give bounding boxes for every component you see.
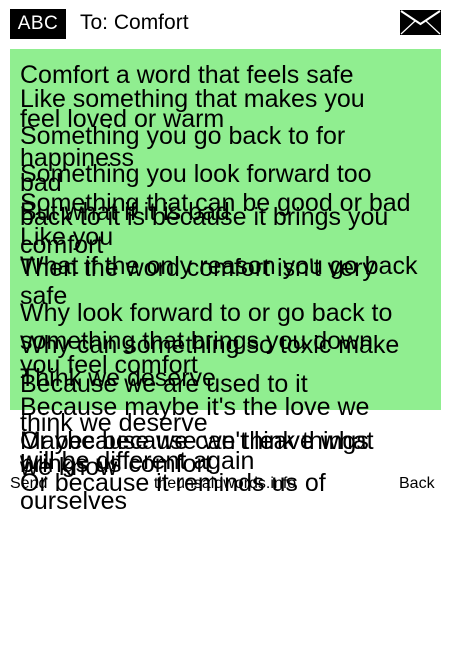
message-line: Why look forward to or go back to someth… — [20, 299, 393, 355]
message-line: Then the word comfort isn't very safe — [20, 254, 375, 310]
back-button[interactable]: Back — [399, 474, 435, 494]
message-line: Because maybe it's the love we think we … — [20, 393, 370, 437]
envelope-icon[interactable] — [400, 10, 441, 35]
message-text: Comfort a word that feels safe Like some… — [20, 61, 430, 670]
message-line: Why can something so toxic make you feel… — [20, 331, 400, 379]
message-line: Like something that makes you feel loved… — [20, 85, 365, 133]
site-label: theunsaidwords.info — [153, 475, 297, 492]
message-header: ABC To: Comfort — [0, 0, 450, 46]
recipient-label: To: Comfort — [80, 11, 189, 34]
input-mode-badge[interactable]: ABC — [10, 9, 66, 39]
message-line: Like you — [20, 223, 114, 251]
message-line: Something you go back to for happiness — [20, 122, 346, 172]
message-line: Something you look forward too — [20, 160, 372, 188]
